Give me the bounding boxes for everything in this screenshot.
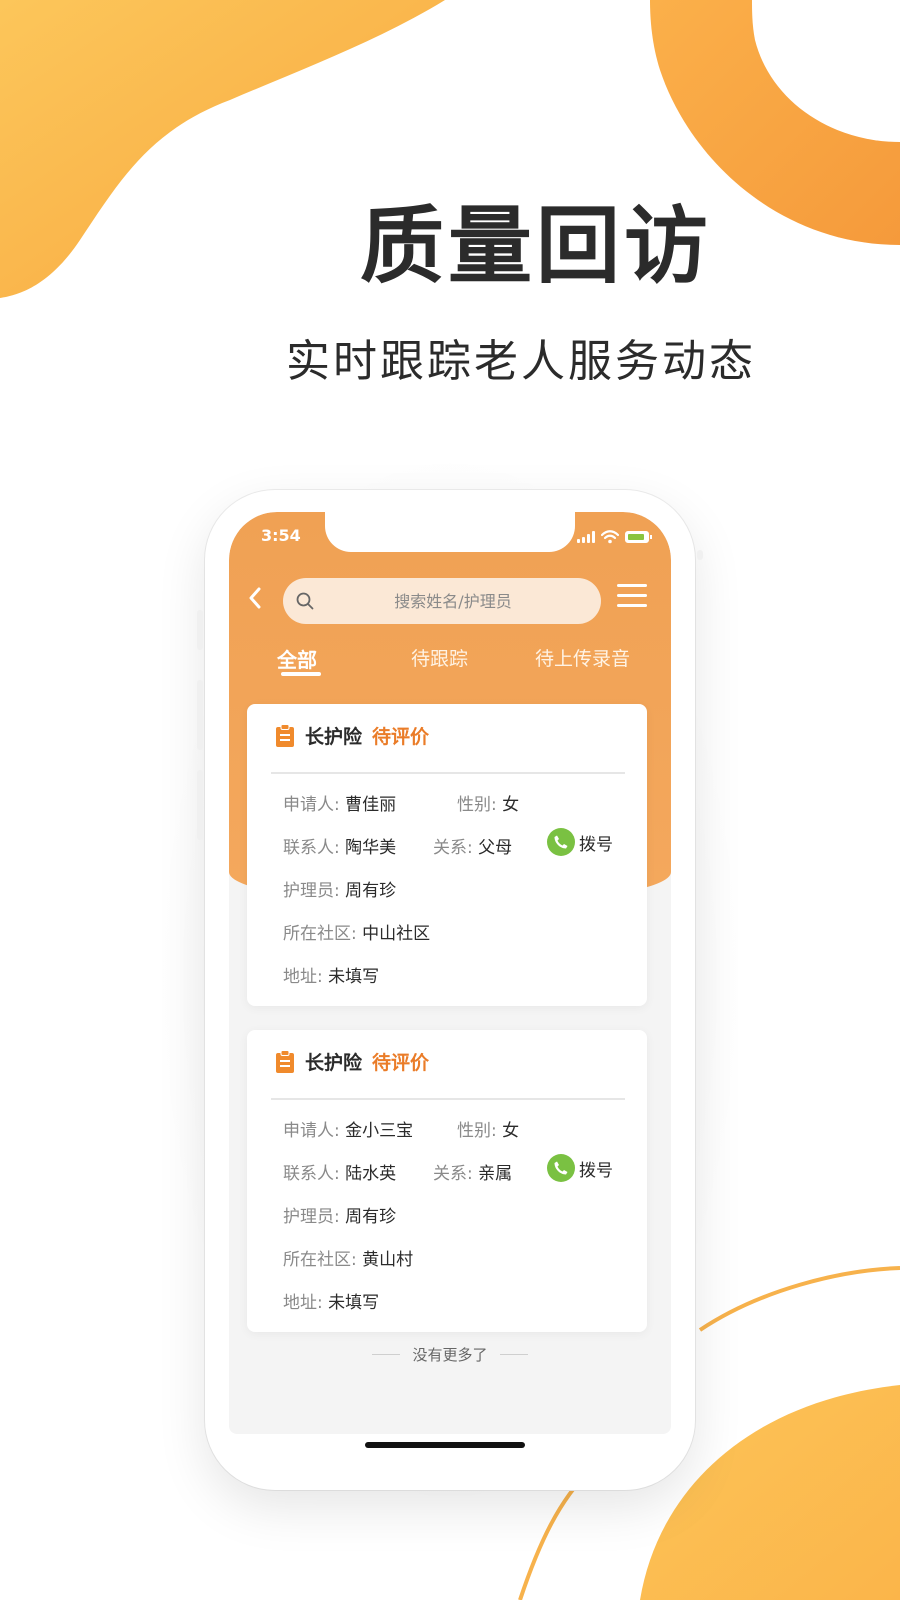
phone-side-button <box>197 610 203 650</box>
gender-label: 性别: <box>457 795 497 815</box>
phone-icon <box>547 828 575 856</box>
chevron-left-icon[interactable] <box>243 582 267 614</box>
clipboard-icon <box>276 723 294 747</box>
caregiver-row: 护理员: 周有珍 <box>283 1202 396 1227</box>
gender-row: 性别: 女 <box>457 1116 519 1141</box>
promo-title: 质量回访 <box>360 197 713 295</box>
community-label: 所在社区: <box>283 1250 357 1270</box>
community-row: 所在社区: 黄山村 <box>283 1245 413 1270</box>
status-badge: 待评价 <box>372 726 430 748</box>
relation-row: 关系: 父母 <box>433 833 512 858</box>
address-label: 地址: <box>283 1293 323 1313</box>
applicant-value: 金小三宝 <box>345 1121 414 1141</box>
dial-label: 拨号 <box>579 834 613 855</box>
community-label: 所在社区: <box>283 924 357 944</box>
record-card[interactable]: 长护险 待评价 申请人: 金小三宝 性别: 女 联系人: 陆水英 关系: 亲属 <box>247 1030 647 1332</box>
caregiver-label: 护理员: <box>283 1207 340 1227</box>
dial-button[interactable]: 拨号 <box>547 1154 613 1182</box>
phone-notch <box>325 512 575 552</box>
applicant-row: 申请人: 曹佳丽 <box>283 790 396 815</box>
contact-row: 联系人: 陆水英 <box>283 1159 396 1184</box>
address-value: 未填写 <box>328 1293 380 1313</box>
applicant-value: 曹佳丽 <box>345 795 397 815</box>
contact-value: 陶华美 <box>345 838 397 858</box>
status-badge: 待评价 <box>372 1052 430 1074</box>
contact-label: 联系人: <box>283 838 340 858</box>
search-input[interactable] <box>323 578 583 624</box>
relation-value: 父母 <box>478 838 513 858</box>
caregiver-value: 周有珍 <box>345 1207 397 1227</box>
applicant-label: 申请人: <box>283 795 340 815</box>
tab-pending-recording-upload[interactable]: 待上传录音 <box>535 644 630 671</box>
promo-subtitle: 实时跟踪老人服务动态 <box>286 336 756 387</box>
address-value: 未填写 <box>328 967 380 987</box>
relation-label: 关系: <box>433 838 473 858</box>
battery-charging-icon <box>625 531 652 543</box>
status-icons <box>577 530 652 544</box>
record-card[interactable]: 长护险 待评价 申请人: 曹佳丽 性别: 女 联系人: 陶华美 关系: 父母 拨… <box>247 704 647 1006</box>
app-screen: 3:54 全部 待跟踪 <box>229 512 671 1434</box>
search-bar[interactable] <box>283 578 601 624</box>
relation-value: 亲属 <box>478 1164 513 1184</box>
contact-label: 联系人: <box>283 1164 340 1184</box>
caregiver-value: 周有珍 <box>345 881 397 901</box>
contact-row: 联系人: 陶华美 <box>283 833 396 858</box>
phone-frame: 3:54 全部 待跟踪 <box>197 490 703 1490</box>
phone-side-button <box>197 680 203 750</box>
relation-label: 关系: <box>433 1164 473 1184</box>
home-indicator[interactable] <box>365 1442 525 1448</box>
address-row: 地址: 未填写 <box>283 962 379 987</box>
hamburger-menu-icon[interactable] <box>617 584 647 614</box>
applicant-row: 申请人: 金小三宝 <box>283 1116 413 1141</box>
community-row: 所在社区: 中山社区 <box>283 919 430 944</box>
dial-button[interactable]: 拨号 <box>547 828 613 856</box>
gender-value: 女 <box>502 1121 520 1141</box>
insurance-type: 长护险 <box>305 1052 363 1074</box>
clipboard-icon <box>276 1049 294 1073</box>
divider <box>271 772 625 774</box>
status-time: 3:54 <box>261 526 301 545</box>
wifi-icon <box>601 530 619 544</box>
gender-label: 性别: <box>457 1121 497 1141</box>
phone-side-button <box>697 550 703 560</box>
insurance-type: 长护险 <box>305 726 363 748</box>
filter-tabs: 全部 待跟踪 待上传录音 <box>229 644 671 690</box>
caregiver-row: 护理员: 周有珍 <box>283 876 396 901</box>
divider <box>271 1098 625 1100</box>
caregiver-label: 护理员: <box>283 881 340 901</box>
gender-value: 女 <box>502 795 520 815</box>
dial-label: 拨号 <box>579 1160 613 1181</box>
community-value: 黄山村 <box>362 1250 414 1270</box>
card-header: 长护险 待评价 <box>275 722 429 749</box>
contact-value: 陆水英 <box>345 1164 397 1184</box>
gender-row: 性别: 女 <box>457 790 519 815</box>
search-icon <box>296 592 314 610</box>
address-row: 地址: 未填写 <box>283 1288 379 1313</box>
phone-icon <box>547 1154 575 1182</box>
active-tab-indicator <box>281 672 321 676</box>
phone-side-button <box>197 770 203 840</box>
community-value: 中山社区 <box>362 924 431 944</box>
tab-pending-follow-up[interactable]: 待跟踪 <box>411 644 468 671</box>
list-end-text: 没有更多了 <box>412 1346 488 1364</box>
divider <box>372 1354 401 1355</box>
divider <box>499 1354 528 1355</box>
signal-icon <box>577 531 595 543</box>
applicant-label: 申请人: <box>283 1121 340 1141</box>
list-end-indicator: 没有更多了 <box>229 1344 671 1365</box>
tab-all[interactable]: 全部 <box>277 644 317 673</box>
card-header: 长护险 待评价 <box>275 1048 429 1075</box>
relation-row: 关系: 亲属 <box>433 1159 512 1184</box>
address-label: 地址: <box>283 967 323 987</box>
